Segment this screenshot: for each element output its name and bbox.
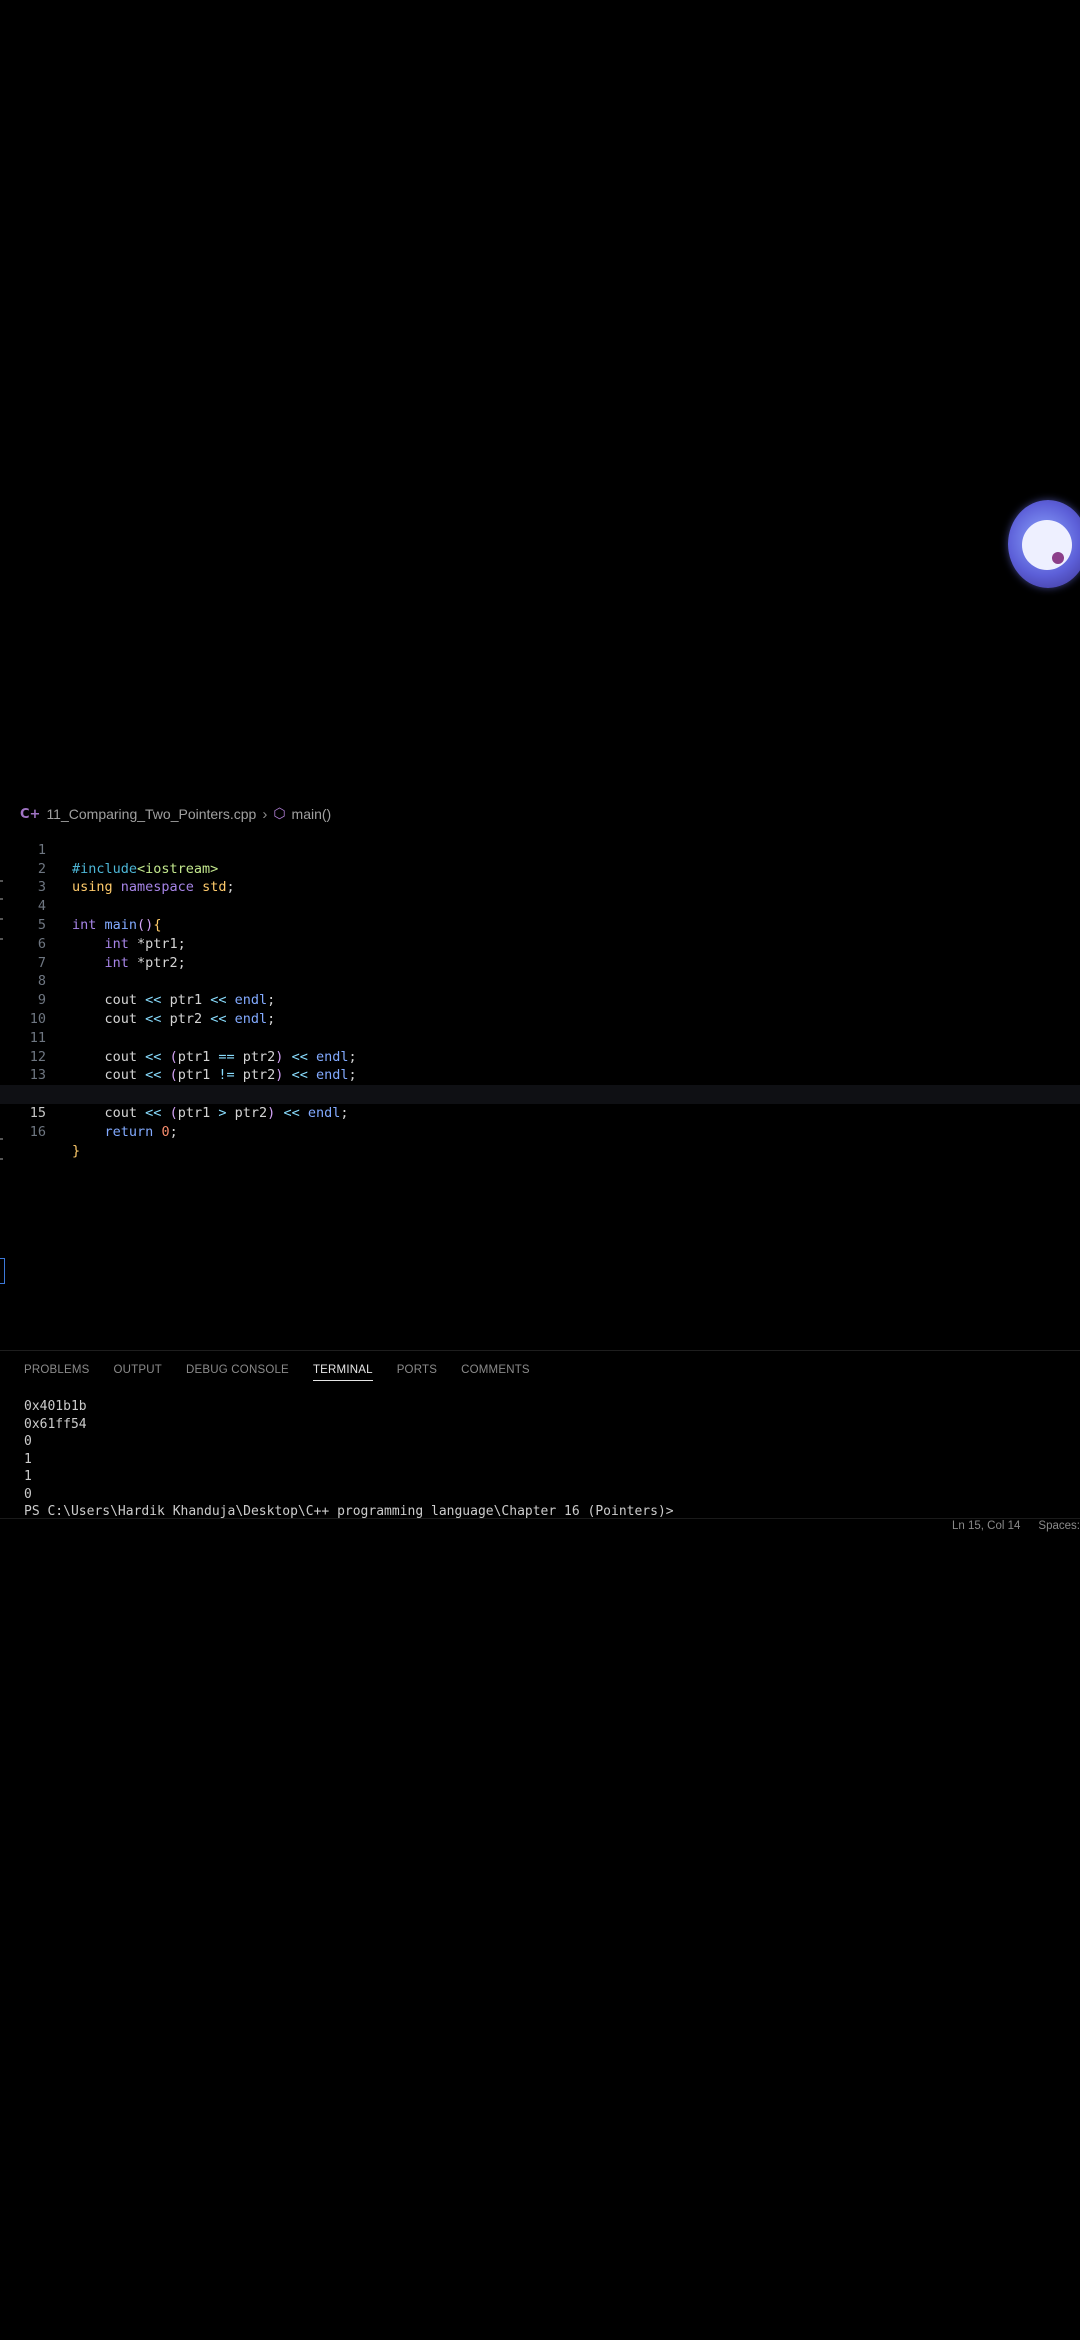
tab-terminal[interactable]: TERMINAL [312, 1364, 373, 1381]
panel-divider [0, 1350, 1080, 1351]
code-line-16[interactable]: 16 } [0, 1104, 1080, 1159]
status-cursor-position[interactable]: Ln 15, Col 14 [952, 1520, 1020, 1534]
code-line-8[interactable]: 8 cout << ptr1 << endl; [0, 954, 1080, 1008]
line-number: 16 [29, 1123, 46, 1140]
code-editor[interactable]: 1 #include<iostream> 2 using namespace s… [0, 822, 1080, 1159]
terminal-line: 0x401b1b [24, 1399, 87, 1414]
code-line-10[interactable]: 10 [0, 991, 1080, 1027]
code-line-13[interactable]: 13 cout << (ptr1 < ptr2) << endl; [0, 1048, 1080, 1102]
tab-comments[interactable]: COMMENTS [461, 1364, 530, 1380]
status-bar: Ln 15, Col 14 Spaces: 4 [952, 1520, 1080, 1534]
tab-ports[interactable]: PORTS [397, 1364, 437, 1380]
code-line-12[interactable]: 12 cout << (ptr1 != ptr2) << endl; [0, 1029, 1080, 1084]
token: 0 [161, 1123, 170, 1140]
code-line-9[interactable]: 9 cout << ptr2 << endl; [0, 972, 1080, 1027]
terminal-line: 1 [24, 1469, 32, 1484]
code-line-11[interactable]: 11 cout << (ptr1 == ptr2) << endl; [0, 1010, 1080, 1065]
bubble-dot-icon [1052, 552, 1064, 564]
terminal-output[interactable]: 0x401b1b 0x61ff54 0 1 1 0 PS C:\Users\Ha… [24, 1398, 674, 1521]
chevron-right-icon: › [262, 805, 268, 823]
cube-icon: ⬡ [273, 806, 286, 822]
bubble-face-icon [1022, 520, 1072, 570]
code-line-7[interactable]: 7 [0, 935, 1080, 971]
status-divider [0, 1518, 1080, 1519]
terminal-line: 0x61ff54 [24, 1416, 87, 1432]
code-line-1[interactable]: 1 #include<iostream> [0, 822, 1080, 877]
token: return [104, 1123, 154, 1140]
selection-marker [0, 1258, 5, 1284]
breadcrumb-file[interactable]: 11_Comparing_Two_Pointers.cpp [46, 806, 256, 822]
code-line-5[interactable]: 5 int *ptr1; [0, 897, 1080, 952]
floating-assistant-bubble[interactable] [1008, 500, 1080, 588]
tab-problems[interactable]: PROBLEMS [24, 1364, 90, 1380]
cpp-file-icon: C+ [20, 806, 41, 822]
code-line-14[interactable]: 14 cout << (ptr1 > ptr2) << endl; [0, 1066, 1080, 1121]
terminal-line: 1 [24, 1451, 32, 1467]
code-line-4[interactable]: 4 int main(){ [0, 878, 1080, 933]
breadcrumb-symbol[interactable]: main() [292, 806, 332, 822]
terminal-line: 0 [24, 1486, 32, 1502]
terminal-line: 0 [24, 1434, 32, 1449]
panel-tabs: PROBLEMS OUTPUT DEBUG CONSOLE TERMINAL P… [24, 1358, 530, 1386]
code-line-2[interactable]: 2 using namespace std; [0, 841, 1080, 896]
code-line-6[interactable]: 6 int *ptr2; [0, 916, 1080, 971]
code-line-3[interactable]: 3 [0, 860, 1080, 895]
status-indentation[interactable]: Spaces: 4 [1038, 1520, 1080, 1534]
tab-output[interactable]: OUTPUT [114, 1364, 162, 1380]
tab-debug-console[interactable]: DEBUG CONSOLE [186, 1364, 289, 1380]
code-line-15[interactable]: 15 return 0; [0, 1085, 1080, 1140]
